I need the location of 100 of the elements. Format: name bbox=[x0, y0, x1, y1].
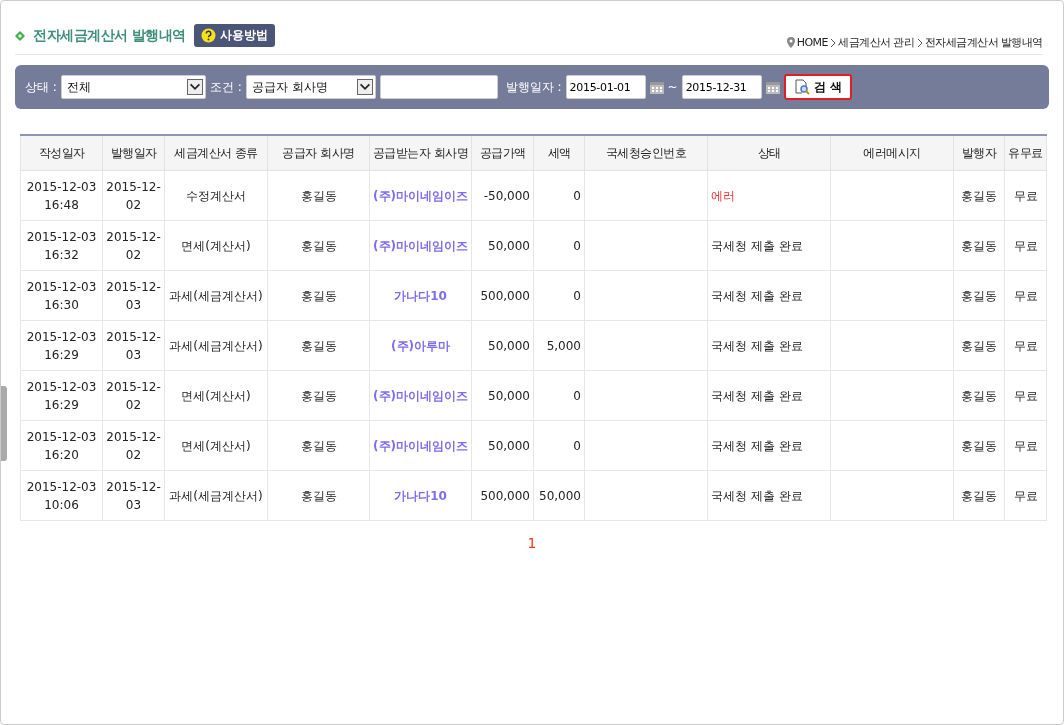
column-header: 에러메시지 bbox=[830, 135, 954, 171]
status-cell: 국세청 제출 완료 bbox=[707, 270, 831, 321]
table-cell: 500,000 bbox=[471, 470, 534, 521]
buyer-link[interactable]: (주)아루마 bbox=[369, 320, 472, 371]
calendar-icon[interactable] bbox=[765, 80, 780, 94]
table-cell: 홍길동 bbox=[953, 270, 1005, 321]
date-to-field[interactable]: 2015-12-31 bbox=[681, 75, 762, 99]
table-cell: 무료 bbox=[1004, 370, 1047, 421]
breadcrumb-item[interactable]: 세금계산서 관리 bbox=[838, 35, 915, 50]
status-cell: 국세청 제출 완료 bbox=[707, 320, 831, 371]
table-cell: 2015-12-03 16:30 bbox=[20, 270, 103, 321]
chevron-right-icon bbox=[916, 37, 923, 48]
condition-dropdown[interactable]: 공급자 회사명 bbox=[245, 75, 376, 99]
table-cell: 홍길동 bbox=[953, 370, 1005, 421]
keyword-input[interactable] bbox=[379, 75, 498, 99]
buyer-link[interactable]: (주)마이네임이즈 bbox=[369, 370, 472, 421]
table-cell: 홍길동 bbox=[267, 170, 370, 221]
table-cell: 2015-12-03 bbox=[102, 470, 165, 521]
status-cell: 에러 bbox=[707, 170, 831, 221]
calendar-icon[interactable] bbox=[649, 80, 664, 94]
table-cell: 2015-12-02 bbox=[102, 170, 165, 221]
table-cell: 2015-12-03 16:20 bbox=[20, 420, 103, 471]
table-cell: 홍길동 bbox=[953, 220, 1005, 271]
table-cell: 0 bbox=[533, 220, 585, 271]
status-cell: 국세청 제출 완료 bbox=[707, 370, 831, 421]
table-cell: 2015-12-03 16:32 bbox=[20, 220, 103, 271]
column-header: 상태 bbox=[707, 135, 831, 171]
buyer-link[interactable]: (주)마이네임이즈 bbox=[369, 170, 472, 221]
table-cell: 면세(계산서) bbox=[164, 420, 268, 471]
page-link[interactable]: 1 bbox=[524, 535, 540, 551]
table-cell: 0 bbox=[533, 420, 585, 471]
table-cell: 면세(계산서) bbox=[164, 220, 268, 271]
table-cell: 0 bbox=[533, 170, 585, 221]
table-cell: 홍길동 bbox=[267, 370, 370, 421]
column-header: 작성일자 bbox=[20, 135, 103, 171]
question-icon bbox=[200, 28, 216, 43]
table-cell: 과세(세금계산서) bbox=[164, 470, 268, 521]
caret-icon bbox=[356, 79, 373, 95]
table-cell: 홍길동 bbox=[267, 220, 370, 271]
table-cell: 50,000 bbox=[471, 420, 534, 471]
buyer-link[interactable]: 가나다10 bbox=[369, 270, 472, 321]
column-header: 공급가액 bbox=[471, 135, 534, 171]
date-separator: ~ bbox=[667, 80, 678, 94]
buyer-link[interactable]: 가나다10 bbox=[369, 470, 472, 521]
chevron-right-icon bbox=[830, 37, 836, 48]
table-cell: 면세(계산서) bbox=[164, 370, 268, 421]
table-cell: 2015-12-03 16:29 bbox=[20, 320, 103, 371]
table-cell: 과세(세금계산서) bbox=[164, 320, 268, 371]
table-cell: 무료 bbox=[1004, 320, 1047, 371]
status-dropdown[interactable]: 전체 bbox=[60, 75, 206, 99]
table-cell: 2015-12-03 bbox=[102, 270, 165, 321]
table-cell: 500,000 bbox=[471, 270, 534, 321]
table-cell: 무료 bbox=[1004, 470, 1047, 521]
buyer-link[interactable]: (주)마이네임이즈 bbox=[369, 420, 472, 471]
table-cell: 홍길동 bbox=[953, 170, 1005, 221]
column-header: 세액 bbox=[533, 135, 585, 171]
date-from-field[interactable]: 2015-01-01 bbox=[565, 75, 646, 99]
table-cell: 2015-12-03 16:48 bbox=[20, 170, 103, 221]
date-label: 발행일자 : bbox=[505, 78, 562, 96]
table-cell: 0 bbox=[533, 270, 585, 321]
column-header: 공급받는자 회사명 bbox=[369, 135, 472, 171]
table-cell: 홍길동 bbox=[953, 320, 1005, 371]
breadcrumb-item[interactable]: HOME bbox=[796, 36, 828, 49]
table-cell: 홍길동 bbox=[267, 270, 370, 321]
table-cell: 2015-12-03 16:29 bbox=[20, 370, 103, 421]
condition-label: 조건 : bbox=[209, 78, 242, 96]
diamond-icon bbox=[15, 30, 25, 41]
table-cell: 홍길동 bbox=[267, 320, 370, 371]
status-cell: 국세청 제출 완료 bbox=[707, 470, 831, 521]
table-cell: 무료 bbox=[1004, 270, 1047, 321]
caret-icon bbox=[186, 79, 203, 95]
column-header: 공급자 회사명 bbox=[267, 135, 370, 171]
column-header: 발행자 bbox=[953, 135, 1005, 171]
table-cell: 50,000 bbox=[471, 220, 534, 271]
column-header: 국세청승인번호 bbox=[584, 135, 708, 171]
table-cell: 무료 bbox=[1004, 220, 1047, 271]
status-label: 상태 : bbox=[25, 78, 57, 96]
table-cell: -50,000 bbox=[471, 170, 534, 221]
table-cell: 50,000 bbox=[533, 470, 585, 521]
search-button[interactable]: 검 색 bbox=[783, 74, 852, 100]
table-cell: 50,000 bbox=[471, 370, 534, 421]
table-cell: 2015-12-02 bbox=[102, 370, 165, 421]
breadcrumb-item[interactable]: 전자세금계산서 발행내역 bbox=[924, 35, 1043, 50]
table-cell: 홍길동 bbox=[953, 420, 1005, 471]
table-cell: 무료 bbox=[1004, 420, 1047, 471]
document-search-icon bbox=[793, 79, 810, 95]
table-cell: 2015-12-03 10:06 bbox=[20, 470, 103, 521]
table-cell: 2015-12-02 bbox=[102, 420, 165, 471]
location-pin-icon bbox=[786, 37, 795, 48]
column-header: 세금계산서 종류 bbox=[164, 135, 268, 171]
column-header: 유무료 bbox=[1004, 135, 1047, 171]
table-cell: 홍길동 bbox=[267, 420, 370, 471]
table-cell: 5,000 bbox=[533, 320, 585, 371]
table-cell: 무료 bbox=[1004, 170, 1047, 221]
buyer-link[interactable]: (주)마이네임이즈 bbox=[369, 220, 472, 271]
table-cell: 홍길동 bbox=[267, 470, 370, 521]
table-cell: 과세(세금계산서) bbox=[164, 270, 268, 321]
help-button[interactable]: 사용방법 bbox=[193, 24, 275, 47]
page-title: 전자세금계산서 발행내역 bbox=[33, 26, 186, 45]
table-cell: 2015-12-03 bbox=[102, 320, 165, 371]
